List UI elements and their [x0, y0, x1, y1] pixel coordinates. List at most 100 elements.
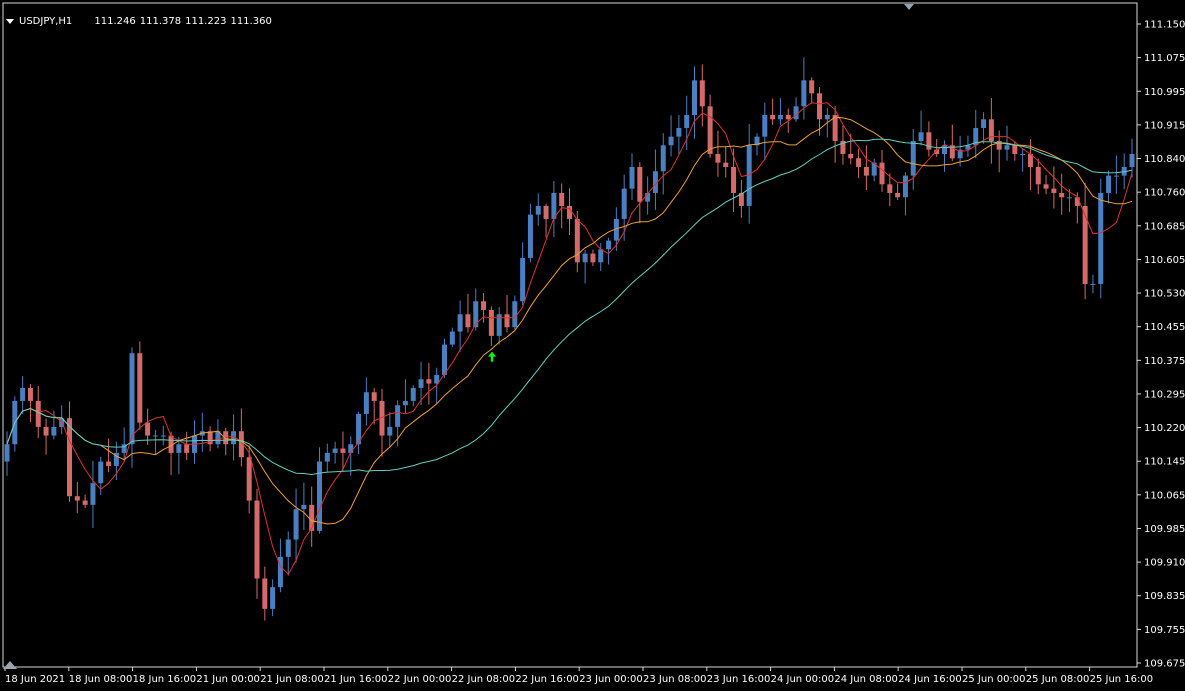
candle[interactable]: [246, 445, 252, 514]
candle[interactable]: [715, 130, 721, 177]
candle[interactable]: [402, 379, 408, 414]
candle[interactable]: [738, 179, 744, 218]
candle[interactable]: [465, 293, 471, 333]
candle[interactable]: [207, 426, 213, 452]
candle[interactable]: [363, 377, 369, 426]
candle[interactable]: [770, 98, 776, 125]
candle[interactable]: [27, 384, 33, 423]
candle[interactable]: [82, 494, 88, 509]
candle[interactable]: [723, 146, 729, 178]
candle[interactable]: [731, 148, 737, 213]
candle[interactable]: [1113, 155, 1119, 194]
chart-window[interactable]: 111.150 111.075 110.995 110.915 110.840 110.7…: [0, 0, 1185, 691]
candle[interactable]: [660, 133, 666, 195]
candle[interactable]: [160, 425, 166, 446]
candle[interactable]: [285, 531, 291, 576]
candle[interactable]: [309, 486, 315, 547]
candle[interactable]: [949, 124, 955, 162]
candle[interactable]: [192, 420, 197, 464]
candle[interactable]: [840, 125, 846, 165]
candle[interactable]: [910, 128, 916, 190]
candle[interactable]: [379, 388, 385, 457]
price-chart[interactable]: 111.150 111.075 110.995 110.915 110.840 110.7…: [0, 0, 1185, 691]
candle[interactable]: [832, 106, 838, 163]
candle[interactable]: [20, 376, 26, 415]
candle[interactable]: [488, 306, 494, 346]
candle[interactable]: [254, 488, 260, 599]
candle[interactable]: [848, 133, 854, 165]
candle[interactable]: [145, 408, 151, 445]
candle[interactable]: [1082, 182, 1088, 300]
candle[interactable]: [699, 64, 705, 127]
candle[interactable]: [637, 162, 643, 224]
candle[interactable]: [238, 408, 244, 467]
candle[interactable]: [652, 149, 658, 210]
candle[interactable]: [152, 430, 158, 455]
candle[interactable]: [223, 428, 229, 456]
candle[interactable]: [1129, 138, 1135, 178]
candle[interactable]: [1051, 166, 1057, 209]
candle[interactable]: [176, 436, 182, 475]
candle[interactable]: [74, 481, 80, 514]
candle[interactable]: [293, 488, 299, 563]
candle[interactable]: [535, 193, 541, 226]
candle[interactable]: [504, 294, 510, 333]
candle[interactable]: [762, 102, 768, 161]
scroll-corner-icon[interactable]: [3, 661, 17, 669]
candle[interactable]: [1035, 158, 1041, 195]
candle[interactable]: [215, 419, 221, 449]
candle[interactable]: [918, 110, 924, 146]
candle[interactable]: [973, 109, 979, 159]
candle[interactable]: [426, 362, 432, 405]
candle[interactable]: [817, 87, 822, 136]
candle[interactable]: [1020, 148, 1026, 172]
candle[interactable]: [668, 115, 674, 157]
candle[interactable]: [559, 183, 565, 229]
candle[interactable]: [856, 148, 862, 179]
candle[interactable]: [67, 401, 72, 502]
candle[interactable]: [317, 447, 322, 534]
candle[interactable]: [199, 412, 205, 452]
candle[interactable]: [863, 145, 869, 191]
candle[interactable]: [449, 327, 455, 348]
candle[interactable]: [527, 203, 533, 263]
candle[interactable]: [270, 579, 276, 617]
candle[interactable]: [902, 172, 908, 216]
candle[interactable]: [692, 66, 697, 139]
candle[interactable]: [184, 431, 190, 461]
candle[interactable]: [512, 295, 518, 330]
candle[interactable]: [801, 57, 807, 120]
candle[interactable]: [387, 412, 393, 448]
candle[interactable]: [1090, 274, 1096, 294]
candle[interactable]: [410, 385, 416, 407]
chart-shift-icon[interactable]: [904, 4, 914, 10]
candle[interactable]: [1098, 178, 1104, 299]
candle[interactable]: [582, 249, 588, 284]
candle[interactable]: [988, 97, 994, 164]
candle[interactable]: [965, 135, 971, 157]
candle[interactable]: [332, 441, 338, 464]
candle[interactable]: [793, 97, 799, 122]
dropdown-triangle-icon[interactable]: [6, 19, 14, 24]
candle[interactable]: [496, 307, 502, 345]
candle[interactable]: [137, 341, 143, 430]
candle[interactable]: [43, 418, 49, 455]
candle[interactable]: [371, 388, 377, 425]
candle[interactable]: [629, 153, 635, 200]
candle[interactable]: [262, 566, 268, 621]
candle[interactable]: [168, 431, 174, 476]
candle[interactable]: [777, 98, 783, 126]
candle[interactable]: [926, 121, 932, 157]
candle[interactable]: [1043, 175, 1049, 195]
candle[interactable]: [543, 203, 549, 238]
candle[interactable]: [551, 181, 557, 238]
candle[interactable]: [590, 249, 596, 266]
candle[interactable]: [1059, 173, 1065, 215]
candle[interactable]: [106, 438, 112, 473]
candle[interactable]: [129, 347, 135, 468]
candle[interactable]: [90, 460, 96, 529]
candle[interactable]: [1106, 170, 1112, 204]
candle[interactable]: [809, 77, 815, 104]
candle[interactable]: [676, 115, 682, 155]
candle[interactable]: [895, 183, 901, 201]
